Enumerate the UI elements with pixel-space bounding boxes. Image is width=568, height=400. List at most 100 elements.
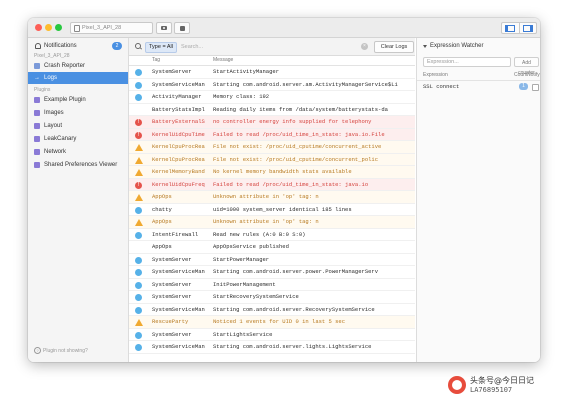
log-row[interactable]: SystemServer StartActivityManager: [129, 66, 415, 79]
log-row[interactable]: SystemServiceMan Starting com.android.ser…: [129, 303, 415, 316]
log-message: Memory class: 192: [213, 93, 270, 100]
expression-input[interactable]: [423, 57, 511, 67]
minimize-window-button[interactable]: [45, 24, 52, 31]
sidebar-item-shared-preferences[interactable]: Shared Preferences Viewer: [28, 159, 128, 171]
log-message: Read new rules (A:0 B:0 S:0): [213, 230, 306, 238]
plugin-help-link[interactable]: ? Plugin not showing?: [34, 347, 88, 354]
log-tag: KernelUidCpuFreq: [152, 180, 205, 188]
log-row[interactable]: KernelCpuProcRea File not exist: /proc/ui…: [129, 153, 415, 166]
sidebar-item-label: Layout: [44, 123, 63, 129]
notify-checkbox[interactable]: [532, 84, 539, 91]
log-tag: ActivityManager: [152, 93, 202, 100]
record-button[interactable]: [174, 22, 190, 34]
log-row[interactable]: SystemServiceMan Starting com.android.ser…: [129, 78, 415, 91]
log-row[interactable]: KernelUidCpuTime Failed to read /proc/uid…: [129, 128, 415, 141]
column-header-tag[interactable]: Tag: [152, 56, 160, 65]
log-row[interactable]: SystemServiceMan Starting com.android.ser…: [129, 266, 415, 279]
column-header-expression: Expression: [423, 72, 448, 78]
watermark-logo-icon: [448, 376, 466, 394]
clear-search-icon[interactable]: ×: [361, 43, 368, 50]
expression-watcher-header[interactable]: Expression Watcher: [417, 38, 540, 55]
log-tag: SystemServiceMan: [152, 80, 205, 88]
toggle-right-sidebar-button[interactable]: [518, 23, 537, 33]
record-icon: [179, 25, 185, 31]
image-icon: [34, 110, 40, 116]
type-filter-token[interactable]: Type = All: [145, 42, 178, 53]
sidebar-item-leakcanary[interactable]: LeakCanary: [28, 133, 128, 145]
info-icon: [135, 81, 142, 89]
add-counter-button[interactable]: Add counter: [514, 57, 539, 76]
log-row[interactable]: BatteryStatsImpl Reading daily items from…: [129, 104, 415, 116]
info-icon: [135, 294, 142, 301]
puzzle-icon: [34, 97, 40, 103]
log-row[interactable]: AppOps Unknown attribute in 'op' tag: n: [129, 216, 415, 229]
info-icon: [135, 94, 142, 101]
column-header-message[interactable]: Message: [213, 56, 233, 65]
log-tag: SystemServiceMan: [152, 343, 205, 350]
preferences-icon: [34, 162, 40, 168]
log-row[interactable]: BatteryExternalS no controller energy inf…: [129, 116, 415, 129]
log-row[interactable]: SystemServer InitPowerManagement: [129, 278, 415, 291]
warning-icon: [135, 219, 143, 226]
toggle-left-sidebar-button[interactable]: [502, 23, 519, 33]
screenshot-button[interactable]: [156, 22, 172, 34]
sidebar-item-example-plugin[interactable]: Example Plugin: [28, 94, 128, 106]
log-row[interactable]: SystemServer StartRecoverySystemService: [129, 291, 415, 304]
maximize-window-button[interactable]: [55, 24, 62, 31]
layout-icon: [34, 123, 40, 129]
sidebar-item-crash-reporter[interactable]: Crash Reporter: [28, 60, 128, 72]
warning-icon: [135, 156, 143, 164]
sidebar-item-layout[interactable]: Layout: [28, 120, 128, 132]
bell-icon: [35, 43, 41, 49]
log-message: no controller energy info supplied for t…: [213, 118, 372, 125]
close-window-button[interactable]: [35, 24, 42, 31]
search-input[interactable]: [181, 42, 361, 51]
log-tag: chatty: [152, 205, 172, 213]
log-tag: RescueParty: [152, 318, 189, 325]
log-message: Failed to read /proc/uid_time_in_state: …: [213, 130, 385, 138]
info-icon: [135, 69, 142, 76]
info-icon: [135, 206, 142, 214]
log-message: Reading daily items from /data/system/ba…: [213, 105, 388, 113]
sidebar-item-images[interactable]: Images: [28, 107, 128, 119]
log-row[interactable]: KernelMemoryBand No kernel memory bandwid…: [129, 166, 415, 179]
log-message: Failed to read /proc/uid_time_in_state: …: [213, 180, 369, 188]
log-message: File not exist: /proc/uid_cputime/concur…: [213, 155, 379, 163]
info-icon: [135, 344, 142, 351]
log-tag: KernelCpuProcRea: [152, 143, 205, 150]
log-tag: AppOps: [152, 193, 172, 200]
watcher-row[interactable]: SSL connect 1: [417, 81, 540, 92]
left-sidebar-icon: [505, 24, 516, 32]
sidebar-item-notifications[interactable]: Notifications 2: [28, 40, 128, 52]
title-bar: Pixel_3_API_28: [28, 18, 540, 38]
log-row[interactable]: KernelUidCpuFreq Failed to read /proc/uid…: [129, 178, 415, 191]
device-selector[interactable]: Pixel_3_API_28: [70, 22, 153, 34]
column-header-count: Count: [514, 72, 528, 78]
log-row[interactable]: SystemServer StartPowerManager: [129, 253, 415, 266]
log-row[interactable]: chatty uid=1000 system_server identical 1…: [129, 203, 415, 216]
log-message: AppOpsService published: [213, 243, 289, 250]
log-tag: KernelMemoryBand: [152, 168, 205, 175]
log-tag: KernelUidCpuTime: [152, 130, 205, 138]
log-message: Noticed 1 events for UID 0 in last 5 sec: [213, 318, 346, 325]
sidebar-item-network[interactable]: Network: [28, 146, 128, 158]
clear-logs-button[interactable]: Clear Logs: [374, 41, 414, 53]
sidebar-item-label: Notifications: [44, 43, 77, 49]
warning-icon: [135, 144, 143, 151]
log-row[interactable]: SystemServer StartLightsService: [129, 328, 415, 341]
watermark-subtext: LA76895107: [470, 386, 513, 394]
sidebar-item-logs[interactable]: → Logs: [28, 72, 128, 84]
log-message: StartRecoverySystemService: [213, 293, 299, 300]
log-row[interactable]: AppOps Unknown attribute in 'op' tag: n: [129, 191, 415, 204]
log-row[interactable]: IntentFirewall Read new rules (A:0 B:0 S:…: [129, 228, 415, 241]
watcher-table-header: Expression Count Notify: [417, 71, 540, 81]
sidebar-item-label: LeakCanary: [44, 136, 77, 142]
log-row[interactable]: AppOps AppOpsService published: [129, 241, 415, 254]
log-message: Unknown attribute in 'op' tag: n: [213, 218, 319, 225]
log-row[interactable]: ActivityManager Memory class: 192: [129, 91, 415, 104]
log-row[interactable]: KernelCpuProcRea File not exist: /proc/ui…: [129, 141, 415, 154]
log-message: StartActivityManager: [213, 68, 280, 75]
warning-icon: [135, 194, 143, 201]
log-row[interactable]: RescueParty Noticed 1 events for UID 0 in…: [129, 316, 415, 329]
log-row[interactable]: SystemServiceMan Starting com.android.ser…: [129, 341, 415, 354]
